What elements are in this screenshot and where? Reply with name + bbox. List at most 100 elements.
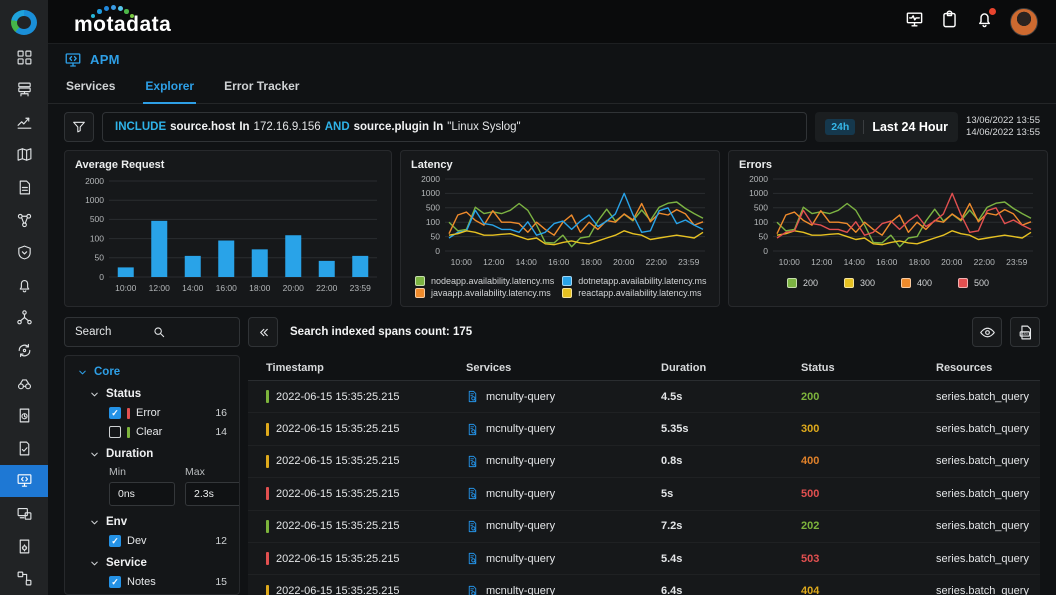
column-header-duration: Duration <box>643 362 783 374</box>
legend-item[interactable]: 500 <box>958 278 989 288</box>
metrics-trend-icon <box>16 114 33 131</box>
svg-text:0: 0 <box>99 272 104 282</box>
sidebar-item-audit-check-document[interactable] <box>0 432 48 465</box>
facet-option-clear[interactable]: Clear 14 <box>109 426 227 438</box>
table-row[interactable]: 2022-06-15 15:35:25.215mcnulty-query7.2s… <box>248 511 1040 543</box>
table-row[interactable]: 2022-06-15 15:35:25.215mcnulty-query5.4s… <box>248 543 1040 575</box>
legend-item[interactable]: 300 <box>844 278 875 288</box>
svg-text:1000: 1000 <box>749 188 768 198</box>
sidebar-item-devices[interactable] <box>0 497 48 530</box>
svg-text:14:00: 14:00 <box>182 283 204 293</box>
facet-section-header[interactable]: Env <box>89 516 227 528</box>
checkbox[interactable]: ✓ <box>109 407 121 419</box>
time-range-badge: 24h <box>825 119 855 135</box>
brand-dot <box>104 6 109 11</box>
svg-text:22:00: 22:00 <box>316 283 338 293</box>
checkbox[interactable]: ✓ <box>109 576 121 588</box>
tab-services[interactable]: Services <box>64 75 117 103</box>
time-range-picker[interactable]: 24h Last 24 Hour <box>815 112 958 142</box>
status-cell: 503 <box>783 553 918 565</box>
svg-text:20:00: 20:00 <box>283 283 305 293</box>
table-row[interactable]: 2022-06-15 15:35:25.215mcnulty-query6.4s… <box>248 575 1040 595</box>
table-row[interactable]: 2022-06-15 15:35:25.215mcnulty-query5.35… <box>248 413 1040 445</box>
facet-group-core[interactable]: Core <box>77 366 227 378</box>
svg-text:2000: 2000 <box>85 176 104 186</box>
facet-option-count: 14 <box>215 426 227 438</box>
sidebar-item-integrations-flow[interactable] <box>0 562 48 595</box>
timestamp-cell: 2022-06-15 15:35:25.215 <box>248 455 448 468</box>
legend-label: dotnetapp.availability.latency.ms <box>578 276 706 286</box>
sidebar-nav <box>0 41 48 595</box>
svg-text:16:00: 16:00 <box>876 257 898 267</box>
integrations-flow-icon <box>16 570 33 587</box>
legend-item[interactable]: nodeapp.availability.latency.ms <box>415 276 554 286</box>
search-icon <box>152 325 229 339</box>
sidebar-item-hierarchy[interactable] <box>0 302 48 335</box>
sidebar-item-infrastructure-server[interactable] <box>0 74 48 107</box>
column-header-timestamp: Timestamp <box>248 362 448 374</box>
duration-max-input[interactable] <box>185 482 240 506</box>
sidebar-item-automation-sync[interactable] <box>0 334 48 367</box>
facet-section-header[interactable]: Status <box>89 388 227 400</box>
legend-item[interactable]: dotnetapp.availability.latency.ms <box>562 276 706 286</box>
facet-option-error[interactable]: ✓Error16 <box>109 407 227 419</box>
checkbox[interactable] <box>109 426 121 438</box>
tab-explorer[interactable]: Explorer <box>143 75 196 103</box>
spans-column: Search indexed spans count: 175 CSV Time… <box>248 317 1040 595</box>
column-header-status: Status <box>783 362 918 374</box>
divider <box>863 120 864 134</box>
date-to: 14/06/2022 13:55 <box>966 127 1040 139</box>
facet-search-placeholder: Search <box>75 326 152 338</box>
legend-item[interactable]: 400 <box>901 278 932 288</box>
clipboard-icon[interactable] <box>940 10 959 34</box>
query-input[interactable]: INCLUDEsource.hostIn172.16.9.156ANDsourc… <box>102 112 807 142</box>
service-name: mcnulty-query <box>486 553 555 565</box>
avatar[interactable] <box>1010 8 1038 36</box>
sidebar-item-policy-shield[interactable] <box>0 236 48 269</box>
facet-section-header[interactable]: Duration <box>89 448 227 460</box>
facet-section-label: Duration <box>106 448 153 460</box>
sidebar-item-dashboard-grid[interactable] <box>0 41 48 74</box>
duration-min-input[interactable] <box>109 482 175 506</box>
filter-funnel-button[interactable] <box>64 112 94 142</box>
legend-swatch <box>415 276 425 286</box>
facet-section-header[interactable]: Service <box>89 557 227 569</box>
facet-search-input[interactable]: Search <box>64 317 240 347</box>
service-cell: mcnulty-query <box>448 552 643 565</box>
table-row[interactable]: 2022-06-15 15:35:25.215mcnulty-query4.5s… <box>248 381 1040 413</box>
legend-item[interactable]: 200 <box>787 278 818 288</box>
table-row[interactable]: 2022-06-15 15:35:25.215mcnulty-query5s50… <box>248 478 1040 510</box>
legend-item[interactable]: javaapp.availability.latency.ms <box>415 288 554 298</box>
facet-section-service: Service✓Notes15Calendarh2 <box>89 557 227 595</box>
collapse-panel-button[interactable] <box>248 317 278 347</box>
export-csv-button[interactable]: CSV <box>1010 317 1040 347</box>
timestamp-value: 2022-06-15 15:35:25.215 <box>276 423 400 435</box>
spans-toolbar-actions: CSV <box>972 317 1040 347</box>
eye-button[interactable] <box>972 317 1002 347</box>
checkbox[interactable]: ✓ <box>109 535 121 547</box>
facet-items: ✓Error16 Clear 14 <box>109 407 227 438</box>
query-part: "Linux Syslog" <box>447 121 520 133</box>
sidebar-item-apm-monitor[interactable] <box>0 465 48 498</box>
screen-activity-icon[interactable] <box>905 10 924 34</box>
status-color-bar <box>127 408 130 419</box>
facet-option-dev[interactable]: ✓Dev12 <box>109 535 227 547</box>
module-title: APM <box>90 52 120 67</box>
sidebar-item-topology[interactable] <box>0 204 48 237</box>
tab-error-tracker[interactable]: Error Tracker <box>222 75 301 103</box>
brand-logo-icon[interactable] <box>11 10 37 35</box>
sidebar-item-reports-document[interactable] <box>0 171 48 204</box>
sidebar-item-metrics-trend[interactable] <box>0 106 48 139</box>
sidebar-item-discovery-binoculars[interactable] <box>0 367 48 400</box>
facet-option-notes[interactable]: ✓Notes15 <box>109 576 227 588</box>
facet-option-label: Clear <box>136 426 162 438</box>
sidebar-item-alerts-bell[interactable] <box>0 269 48 302</box>
sidebar-item-config-document[interactable] <box>0 530 48 563</box>
table-row[interactable]: 2022-06-15 15:35:25.215mcnulty-query0.8s… <box>248 446 1040 478</box>
legend-swatch <box>844 278 854 288</box>
sidebar-item-log-document[interactable] <box>0 399 48 432</box>
sidebar-item-network-map[interactable] <box>0 139 48 172</box>
notifications-bell-icon[interactable] <box>975 10 994 34</box>
service-doc-icon <box>466 390 479 403</box>
legend-item[interactable]: reactapp.availability.latency.ms <box>562 288 706 298</box>
